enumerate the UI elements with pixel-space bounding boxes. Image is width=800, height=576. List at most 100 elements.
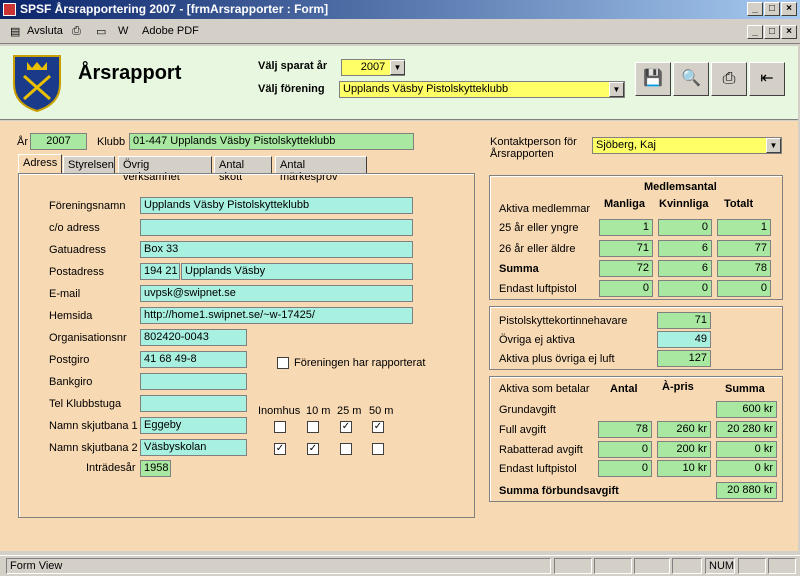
hemsida-label: Hemsida [49, 310, 93, 322]
postort-field[interactable]: Upplands Väsby [181, 263, 413, 280]
preview-icon[interactable]: 🔍 [673, 62, 709, 96]
page-title: Årsrapport [78, 62, 182, 84]
avsluta-button[interactable]: Avsluta [27, 25, 63, 37]
fees-cell[interactable]: 0 [598, 460, 652, 477]
fees-cell[interactable]: 200 kr [657, 441, 711, 458]
status-mode: Form View [6, 558, 551, 574]
club-logo [13, 55, 61, 112]
status-pane [554, 558, 592, 574]
minimize-button[interactable]: _ [747, 2, 763, 16]
exit-door-icon[interactable]: ⇤ [749, 62, 785, 96]
fees-cell[interactable]: 78 [598, 421, 652, 438]
members-cell[interactable]: 72 [599, 260, 653, 277]
members-cell[interactable]: 6 [658, 240, 712, 257]
exit-icon[interactable]: ▤ [10, 25, 20, 38]
bana1-inomhus-checkbox[interactable] [274, 421, 286, 433]
members-cell[interactable]: 6 [658, 260, 712, 277]
bana2-50m-checkbox[interactable] [372, 443, 384, 455]
pistolskyttekort-field[interactable]: 71 [657, 312, 711, 329]
fees-cell[interactable]: 20 280 kr [716, 421, 777, 438]
print-icon[interactable]: ⎙ [72, 25, 81, 38]
rapporterat-checkbox[interactable] [277, 357, 289, 369]
row-label: 25 år eller yngre [499, 222, 579, 234]
bankgiro-field[interactable] [140, 373, 247, 390]
chevron-down-icon[interactable]: ▼ [766, 138, 781, 153]
col-kvinnliga: Kvinnliga [659, 198, 709, 210]
members-cell[interactable]: 78 [717, 260, 771, 277]
members-cell[interactable]: 77 [717, 240, 771, 257]
bana1-field[interactable]: Eggeby [140, 417, 247, 434]
tab-antal-skott[interactable]: Antal skott [214, 156, 272, 183]
fees-cell[interactable]: 0 [598, 441, 652, 458]
doc-close-button[interactable]: × [781, 25, 797, 39]
bana2-25m-checkbox[interactable] [340, 443, 352, 455]
word-icon[interactable]: W [118, 25, 128, 37]
members-cell[interactable]: 0 [599, 280, 653, 297]
aktiva-plus-field[interactable]: 127 [657, 350, 711, 367]
gatuadress-field[interactable]: Box 33 [140, 241, 413, 258]
tel-field[interactable] [140, 395, 247, 412]
club-select[interactable]: Upplands Väsby Pistolskytteklubb [339, 81, 625, 98]
tab-adress[interactable]: Adress [18, 154, 62, 174]
tab-styrelsen[interactable]: Styrelsen [63, 156, 115, 174]
tab-antal-markesprov[interactable]: Antal märkesprov [275, 156, 367, 183]
members-cell[interactable]: 0 [658, 219, 712, 236]
col-antal: Antal [610, 383, 638, 395]
bana2-10m-checkbox[interactable]: ✓ [307, 443, 319, 455]
chevron-down-icon[interactable]: ▼ [390, 60, 405, 75]
ovriga-field[interactable]: 49 [657, 331, 711, 348]
row-label: Endast luftpistol [499, 283, 577, 295]
save-icon[interactable]: 💾 [635, 62, 671, 96]
adobe-pdf-menu[interactable]: Adobe PDF [142, 25, 199, 37]
members-cell[interactable]: 1 [599, 219, 653, 236]
pistolskyttekort-label: Pistolskyttekortinnehavare [499, 315, 628, 327]
email-field[interactable]: uvpsk@swipnet.se [140, 285, 413, 302]
bana1-label: Namn skjutbana 1 [49, 420, 138, 432]
bana1-10m-checkbox[interactable] [307, 421, 319, 433]
close-button[interactable]: × [781, 2, 797, 16]
aktiva-label: Aktiva medlemmar [499, 203, 591, 215]
bana1-50m-checkbox[interactable]: ✓ [372, 421, 384, 433]
fees-cell[interactable]: 10 kr [657, 460, 711, 477]
print-button-icon[interactable]: ⎙ [711, 62, 747, 96]
co-field[interactable] [140, 219, 413, 236]
rapporterat-label: Föreningen har rapporterat [294, 357, 426, 369]
maximize-button[interactable]: □ [764, 2, 780, 16]
status-pane [768, 558, 796, 574]
contact-select[interactable]: Sjöberg, Kaj [592, 137, 782, 154]
chevron-down-icon[interactable]: ▼ [609, 82, 624, 97]
total-field[interactable]: 20 880 kr [716, 482, 777, 499]
club-field[interactable]: 01-447 Upplands Väsby Pistolskytteklubb [129, 133, 414, 150]
doc-minimize-button[interactable]: _ [747, 25, 763, 39]
hemsida-field[interactable]: http://home1.swipnet.se/~w-17425/ [140, 307, 413, 324]
intrade-field[interactable]: 1958 [140, 460, 171, 477]
fees-cell[interactable]: 0 kr [716, 460, 777, 477]
bana2-field[interactable]: Väsbyskolan [140, 439, 247, 456]
members-cell[interactable]: 71 [599, 240, 653, 257]
members-cell[interactable]: 0 [658, 280, 712, 297]
year-field[interactable]: 2007 [30, 133, 87, 150]
members-cell[interactable]: 0 [717, 280, 771, 297]
fees-cell[interactable]: 0 kr [716, 441, 777, 458]
col-totalt: Totalt [724, 198, 754, 210]
window-title-bar: SPSF Årsrapportering 2007 - [frmArsrappo… [0, 0, 800, 19]
postgiro-label: Postgiro [49, 354, 90, 366]
members-cell[interactable]: 1 [717, 219, 771, 236]
grund-summa[interactable]: 600 kr [716, 401, 777, 418]
doc-restore-button[interactable]: □ [764, 25, 780, 39]
bana1-25m-checkbox[interactable]: ✓ [340, 421, 352, 433]
status-pane [634, 558, 670, 574]
row-label: Full avgift [499, 424, 547, 436]
foreningsnamn-field[interactable]: Upplands Väsby Pistolskytteklubb [140, 197, 413, 214]
postgiro-field[interactable]: 41 68 49-8 [140, 351, 247, 368]
orgnr-field[interactable]: 802420-0043 [140, 329, 247, 346]
status-bar: Form View NUM [0, 555, 800, 576]
postnr-field[interactable]: 194 21 [140, 263, 180, 280]
fees-cell[interactable]: 260 kr [657, 421, 711, 438]
contact-label: Kontaktperson för Årsrapporten [490, 136, 577, 160]
tab-ovrig-verksamhet[interactable]: Övrig verksamhet [118, 156, 212, 183]
email-label: E-mail [49, 288, 81, 300]
folder-icon[interactable]: ▭ [96, 25, 106, 38]
gatuadress-label: Gatuadress [49, 244, 106, 256]
bana2-inomhus-checkbox[interactable]: ✓ [274, 443, 286, 455]
